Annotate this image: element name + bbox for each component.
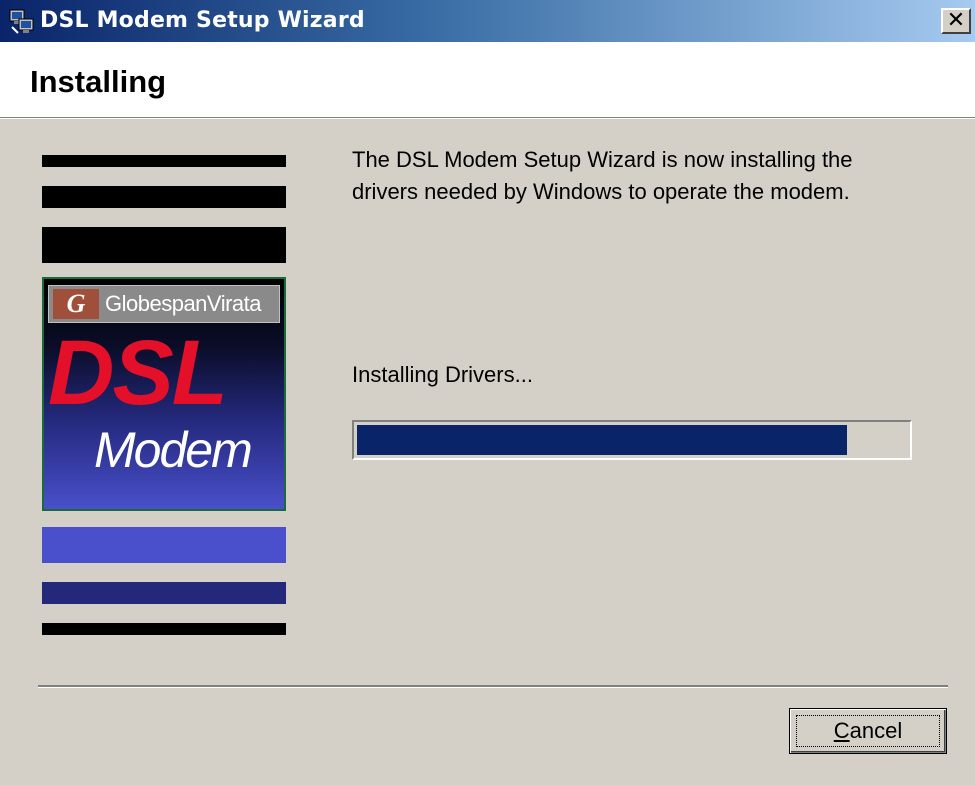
decor-stripe [42,227,286,263]
focus-rect [796,715,940,747]
brand-mark: G [53,289,99,319]
product-modem-text: Modem [94,422,253,478]
product-logo: G GlobespanVirata DSL Modem [42,277,286,511]
footer-divider [38,685,948,688]
computer-network-icon [9,9,34,34]
close-icon: ✕ [946,8,966,33]
decor-stripe [42,623,286,635]
title-bar[interactable]: DSL Modem Setup Wizard ✕ [0,0,975,42]
page-title: Installing [30,64,167,99]
description-text: The DSL Modem Setup Wizard is now instal… [352,147,853,204]
decor-stripe [42,155,286,167]
brand-name: GlobespanVirata [105,291,262,316]
cancel-button[interactable]: Cancel [789,708,947,754]
wizard-header: Installing [0,42,975,118]
decor-stripe [42,186,286,208]
decor-stripe [42,582,286,604]
header-divider [0,118,975,119]
status-text: Installing Drivers... [352,362,533,387]
install-progress-bar [352,420,912,460]
decor-stripe [42,527,286,563]
window-title: DSL Modem Setup Wizard [40,8,365,33]
wizard-window: DSL Modem Setup Wizard ✕ Installing G Gl… [0,0,975,785]
product-dsl-text: DSL [48,322,228,424]
progress-fill [357,425,847,455]
brand-banner: G GlobespanVirata [48,285,280,323]
close-button[interactable]: ✕ [941,8,971,34]
